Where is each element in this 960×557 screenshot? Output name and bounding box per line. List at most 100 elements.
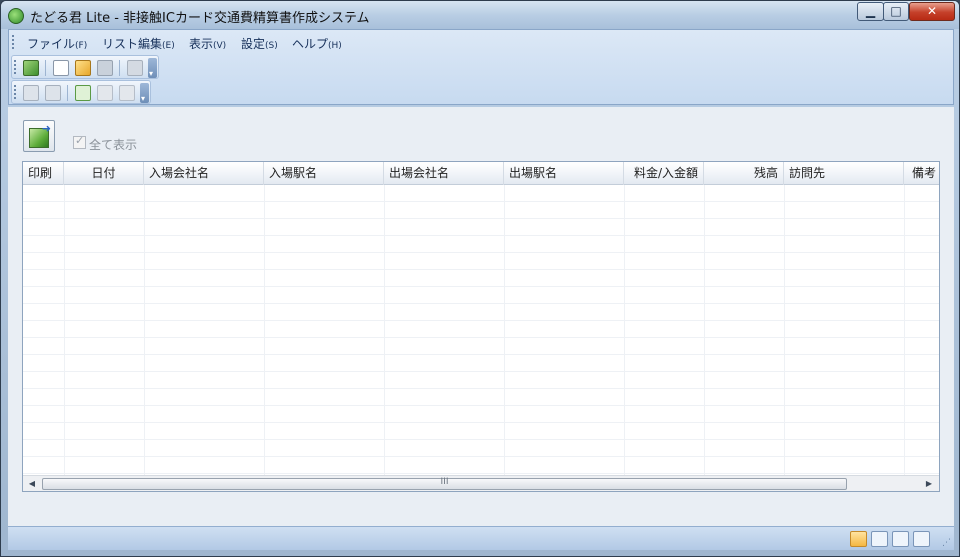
column-header-entry-station[interactable]: 入場駅名 [264,162,384,185]
scroll-thumb-grip: III [440,477,449,487]
grid-column-line [384,185,385,475]
edit-row-icon[interactable] [97,85,113,101]
menu-settings[interactable]: 設定(S) [241,35,278,52]
empty-grid-row [23,423,939,440]
column-header-balance[interactable]: 残高 [704,162,784,185]
scroll-right-icon[interactable]: ▶ [921,477,937,491]
command-area: ファイル(F) リスト編集(E) 表示(V) 設定(S) ヘルプ(H) [8,29,954,105]
import-card-button[interactable]: ➜ [23,120,55,152]
empty-grid-row [23,236,939,253]
empty-grid-row [23,440,939,457]
maximize-icon: □ [890,4,902,18]
empty-grid-row [23,202,939,219]
close-icon: ✕ [926,4,938,18]
empty-grid-row [23,270,939,287]
show-all-label: 全て表示 [89,138,138,152]
report-icon[interactable] [913,531,930,547]
grid-column-line [264,185,265,475]
grid-column-line [624,185,625,475]
title-bar[interactable]: たどる君 Lite - 非接触ICカード交通費精算書作成システム ▁ □ ✕ [1,1,959,29]
empty-grid-row [23,355,939,372]
column-header-exit-station[interactable]: 出場駅名 [504,162,624,185]
menu-list-edit[interactable]: リスト編集(E) [102,35,175,52]
toolbar-separator [119,60,120,76]
menu-settings-label: 設定 [241,37,266,51]
menu-view[interactable]: 表示(V) [189,35,226,52]
grid-column-line [504,185,505,475]
menubar-grip[interactable] [12,35,15,49]
column-header-destination[interactable]: 訪問先 [784,162,904,185]
data-grid[interactable]: 印刷 日付 入場会社名 入場駅名 出場会社名 出場駅名 料金/入金額 残高 訪問… [22,161,940,492]
toolbar-edit [11,80,151,104]
open-folder-icon[interactable] [75,60,91,76]
empty-grid-row [23,321,939,338]
grid-column-line [784,185,785,475]
grid-header: 印刷 日付 入場会社名 入場駅名 出場会社名 出場駅名 料金/入金額 残高 訪問… [23,162,939,185]
add-row-icon[interactable] [75,85,91,101]
column-header-entry-company[interactable]: 入場会社名 [144,162,264,185]
toolbar-overflow-button[interactable] [148,58,157,78]
menu-list-edit-label: リスト編集 [102,37,163,51]
arrow-right-icon: ➜ [41,122,51,135]
list-view-icon[interactable] [871,531,888,547]
menu-help-label: ヘルプ [292,37,329,51]
menu-settings-accel: (S) [265,41,278,51]
empty-grid-row [23,406,939,423]
horizontal-scrollbar[interactable]: ◀ III ▶ [23,475,939,491]
column-header-print[interactable]: 印刷 [23,162,64,185]
grid-view-icon[interactable] [850,531,867,547]
toolbar-separator [45,60,46,76]
grid-column-line [64,185,65,475]
empty-grid-row [23,389,939,406]
resize-grip-icon[interactable]: ⋰ [942,538,951,548]
export-icon[interactable] [892,531,909,547]
grid-column-line [144,185,145,475]
toolbar-file-grip[interactable] [14,60,17,74]
menu-file-label: ファイル [27,37,76,51]
scroll-left-icon[interactable]: ◀ [24,477,40,491]
minimize-icon: ▁ [865,4,876,18]
empty-grid-row [23,338,939,355]
window-title: たどる君 Lite - 非接触ICカード交通費精算書作成システム [30,11,370,26]
new-document-icon[interactable] [53,60,69,76]
toolbar-edit-grip[interactable] [14,85,17,99]
move-up-icon[interactable] [23,85,39,101]
move-down-icon[interactable] [45,85,61,101]
menu-help-accel: (H) [328,41,342,51]
empty-grid-row [23,372,939,389]
main-content: ➜ ✓ 全て表示 印刷 日付 入場会社名 入場駅名 出場会社名 出場駅名 料金/… [8,107,954,526]
empty-grid-row [23,219,939,236]
app-icon[interactable] [8,8,24,24]
column-header-notes[interactable]: 備考 [904,162,939,185]
grid-column-line [904,185,905,475]
empty-grid-row [23,185,939,202]
menu-help[interactable]: ヘルプ(H) [292,35,342,52]
empty-grid-row [23,304,939,321]
show-all-checkbox[interactable]: ✓ [73,134,86,149]
column-header-date[interactable]: 日付 [64,162,144,185]
column-header-fare[interactable]: 料金/入金額 [624,162,704,185]
maximize-button[interactable]: □ [883,2,909,21]
menu-file[interactable]: ファイル(F) [27,35,87,52]
minimize-button[interactable]: ▁ [857,2,884,21]
print-icon[interactable] [127,60,143,76]
check-icon: ✓ [75,134,85,147]
scroll-thumb[interactable]: III [42,477,847,490]
toolbar-separator [67,85,68,101]
menu-view-label: 表示 [189,37,214,51]
import-icon[interactable] [23,60,39,76]
column-header-exit-company[interactable]: 出場会社名 [384,162,504,185]
empty-grid-row [23,287,939,304]
menu-file-accel: (F) [75,41,88,51]
app-window: たどる君 Lite - 非接触ICカード交通費精算書作成システム ▁ □ ✕ フ… [0,0,960,557]
menu-list-edit-accel: (E) [162,41,175,51]
close-button[interactable]: ✕ [909,2,955,21]
toolbar-file [11,55,159,79]
menu-view-accel: (V) [213,41,227,51]
empty-grid-row [23,457,939,474]
delete-row-icon[interactable] [119,85,135,101]
toolbar-overflow-button[interactable] [140,83,149,103]
status-bar: ⋰ [8,526,954,550]
save-icon[interactable] [97,60,113,76]
grid-body[interactable] [23,185,939,475]
